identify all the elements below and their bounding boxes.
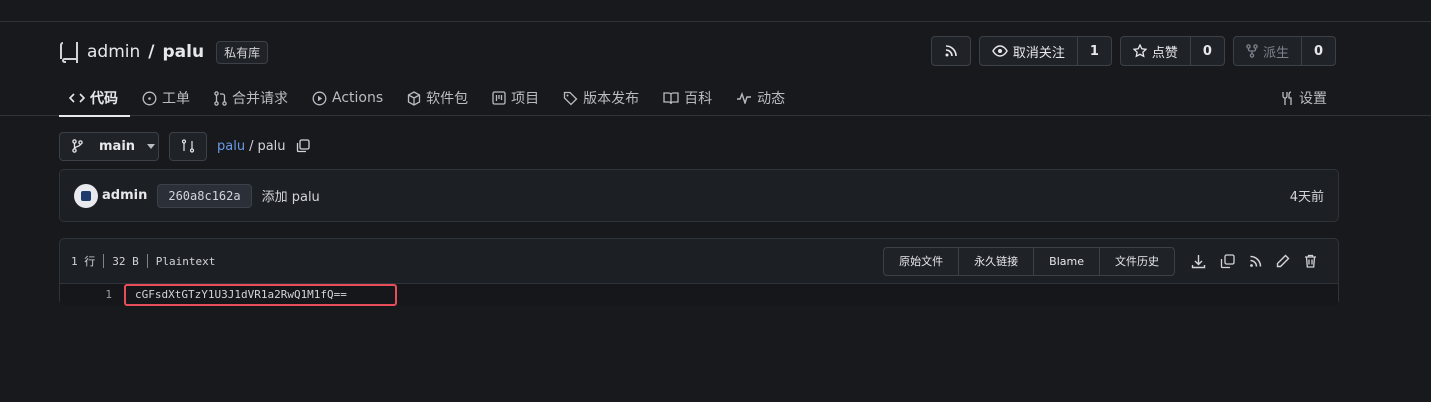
file-icon-actions xyxy=(1191,253,1317,269)
compare-icon xyxy=(181,139,195,153)
tab-label: 项目 xyxy=(511,91,540,107)
rss-icon[interactable] xyxy=(1249,255,1262,268)
tab-packages[interactable]: 软件包 xyxy=(395,80,480,116)
code-icon xyxy=(69,92,85,104)
repo-separator: / xyxy=(148,42,155,62)
pulse-icon xyxy=(736,92,752,104)
breadcrumb: palu / palu xyxy=(217,139,310,154)
repo-name-link[interactable]: palu xyxy=(163,42,205,62)
fork-button[interactable]: 派生 xyxy=(1234,37,1301,65)
star-label: 点赞 xyxy=(1151,45,1178,61)
branch-name: main xyxy=(99,138,136,154)
fork-icon xyxy=(1246,44,1258,58)
file-button-group: 原始文件 永久链接 Blame 文件历史 xyxy=(883,246,1175,276)
avatar[interactable] xyxy=(74,183,98,208)
meta-divider xyxy=(103,254,105,268)
commit-author[interactable]: admin xyxy=(102,188,147,203)
branch-selector[interactable]: main xyxy=(59,131,159,161)
file-type: Plaintext xyxy=(155,254,216,268)
tab-label: 百科 xyxy=(684,91,713,107)
tab-label: 版本发布 xyxy=(583,91,640,107)
star-button-group: 点赞 0 xyxy=(1119,36,1225,66)
meta-divider xyxy=(146,254,148,268)
book-icon xyxy=(663,91,679,105)
branch-icon xyxy=(72,139,83,153)
file-meta: 1 行 32 B Plaintext xyxy=(71,253,215,269)
top-navbar xyxy=(0,0,1431,22)
highlight-annotation-box xyxy=(124,284,397,306)
file-tools: 原始文件 永久链接 Blame 文件历史 xyxy=(883,246,1327,276)
tab-issues[interactable]: 工单 xyxy=(130,80,202,116)
tab-label: 合并请求 xyxy=(232,91,288,107)
watch-count[interactable]: 1 xyxy=(1076,37,1111,65)
star-icon xyxy=(1132,44,1147,58)
line-number[interactable]: 1 xyxy=(60,288,120,301)
breadcrumb-repo-link[interactable]: palu xyxy=(217,139,245,154)
latest-commit-bar: admin 260a8c162a 添加 palu 4天前 xyxy=(59,169,1339,222)
tab-actions[interactable]: Actions xyxy=(300,80,395,116)
edit-icon[interactable] xyxy=(1276,254,1290,268)
tab-wiki[interactable]: 百科 xyxy=(651,80,724,116)
trash-icon[interactable] xyxy=(1304,254,1317,268)
copy-icon[interactable] xyxy=(1220,253,1235,269)
commit-sha[interactable]: 260a8c162a xyxy=(157,183,252,208)
repo-header: admin / palu 私有库 取消关注 1 点赞 0 派生 0 代码 工单 … xyxy=(0,22,1431,117)
package-icon xyxy=(407,90,421,106)
repo-actions: 取消关注 1 点赞 0 派生 0 xyxy=(930,36,1336,66)
settings-label: 设置 xyxy=(1299,91,1327,107)
breadcrumb-separator: / xyxy=(249,138,254,154)
tab-settings[interactable]: 设置 xyxy=(1280,80,1327,116)
private-badge: 私有库 xyxy=(216,40,269,64)
commit-time: 4天前 xyxy=(1289,190,1324,205)
commit-message[interactable]: 添加 palu xyxy=(262,186,320,205)
blame-button[interactable]: Blame xyxy=(1033,247,1099,275)
repo-icon xyxy=(59,41,79,63)
breadcrumb-current-file: palu xyxy=(257,138,286,154)
fork-count[interactable]: 0 xyxy=(1300,37,1335,65)
history-button[interactable]: 文件历史 xyxy=(1099,247,1174,275)
unwatch-button[interactable]: 取消关注 xyxy=(980,37,1077,65)
copy-path-icon[interactable] xyxy=(296,139,310,153)
raw-button[interactable]: 原始文件 xyxy=(884,248,958,275)
rss-icon xyxy=(932,37,970,65)
project-icon xyxy=(492,91,506,105)
tab-label: 动态 xyxy=(757,91,786,107)
fork-label: 派生 xyxy=(1262,45,1289,61)
tab-label: 软件包 xyxy=(426,91,469,107)
repo-owner-link[interactable]: admin xyxy=(87,42,140,62)
eye-icon xyxy=(992,45,1008,57)
rss-button[interactable] xyxy=(930,36,971,66)
tab-label: Actions xyxy=(332,90,384,106)
tab-releases[interactable]: 版本发布 xyxy=(551,80,651,116)
star-count[interactable]: 0 xyxy=(1189,37,1224,65)
repo-tabs: 代码 工单 合并请求 Actions 软件包 项目 版本发布 百科 动态 xyxy=(59,80,797,117)
unwatch-button-group: 取消关注 1 xyxy=(978,36,1112,66)
file-size: 32 B xyxy=(112,254,139,268)
caret-down-icon xyxy=(147,143,156,149)
tag-icon xyxy=(563,91,578,106)
tab-label: 工单 xyxy=(162,91,190,107)
path-bar: main palu / palu xyxy=(59,131,310,161)
tab-projects[interactable]: 项目 xyxy=(480,80,551,116)
issue-icon xyxy=(142,91,157,106)
tab-label: 代码 xyxy=(90,91,118,107)
play-icon xyxy=(312,91,327,106)
repo-title: admin / palu 私有库 xyxy=(59,38,269,66)
download-icon[interactable] xyxy=(1191,254,1206,269)
fork-button-group: 派生 0 xyxy=(1232,36,1336,66)
tab-activity[interactable]: 动态 xyxy=(724,80,797,116)
compare-button[interactable] xyxy=(169,131,207,161)
permalink-button[interactable]: 永久链接 xyxy=(958,247,1033,275)
tab-pull-requests[interactable]: 合并请求 xyxy=(202,80,300,116)
file-line-count: 1 行 xyxy=(71,255,96,268)
tools-icon xyxy=(1280,90,1294,106)
file-header: 1 行 32 B Plaintext 原始文件 永久链接 Blame 文件历史 xyxy=(60,239,1338,284)
star-button[interactable]: 点赞 xyxy=(1121,37,1190,65)
tab-code[interactable]: 代码 xyxy=(59,80,130,117)
pull-request-icon xyxy=(214,90,227,106)
unwatch-label: 取消关注 xyxy=(1012,45,1065,61)
